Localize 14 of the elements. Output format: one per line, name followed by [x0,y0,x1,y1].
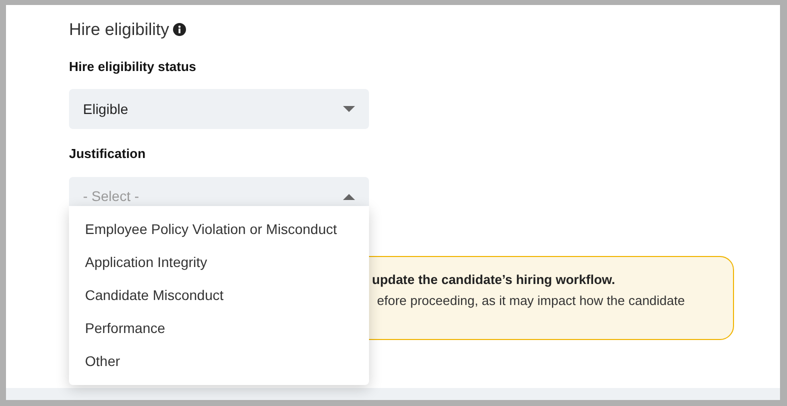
dropdown-option[interactable]: Employee Policy Violation or Misconduct [69,213,369,246]
dropdown-option[interactable]: Performance [69,312,369,345]
section-title: Hire eligibility [69,19,170,41]
dropdown-option[interactable]: Candidate Misconduct [69,279,369,312]
field-label: Hire eligibility status [69,58,198,76]
select-field[interactable]: Eligible [69,89,369,129]
warning-title: update the candidate’s hiring workflow. [372,270,616,289]
warning-text: efore proceeding, as it may impact how the candidate [376,292,686,310]
caret-icon [343,194,355,200]
caret-icon [343,106,355,112]
dropdown-option[interactable]: Application Integrity [69,246,369,279]
dropdown-option[interactable]: Other [69,345,369,378]
info-icon [173,23,186,36]
field-label: Justification [69,145,147,163]
